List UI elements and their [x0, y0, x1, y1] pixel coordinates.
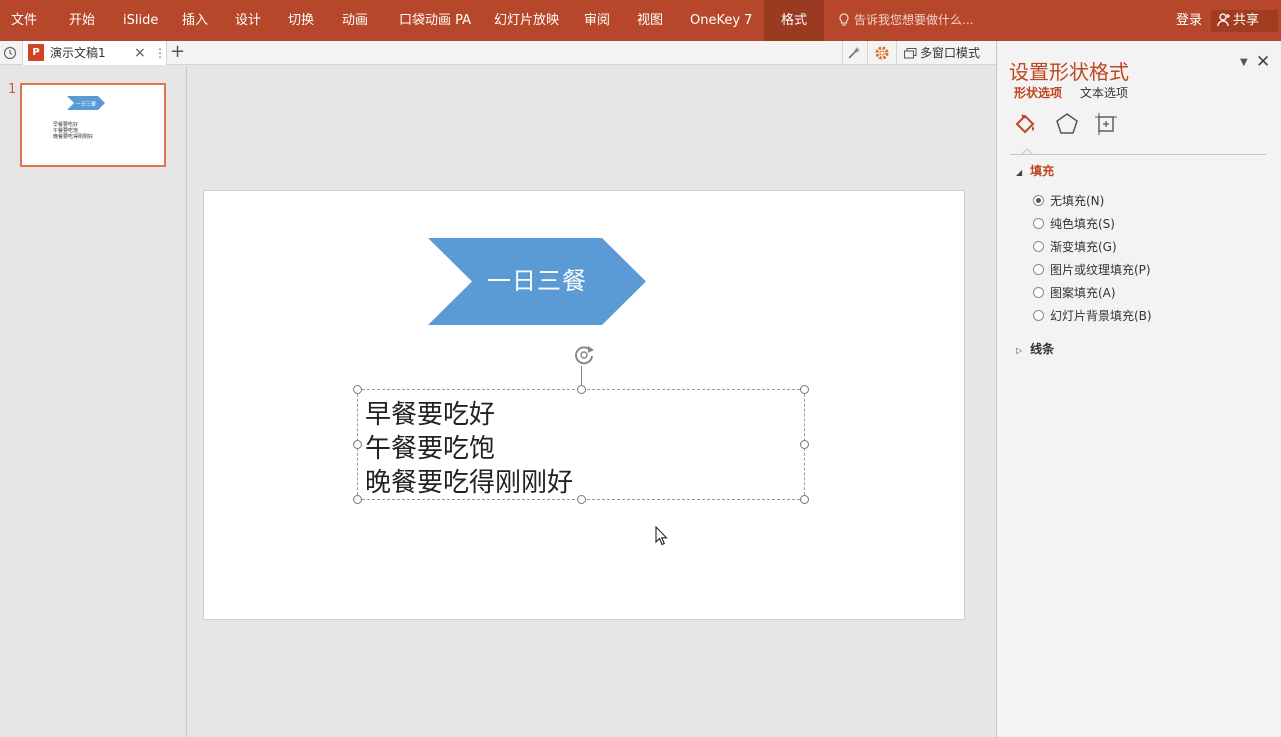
- slide-number: 1: [8, 82, 17, 97]
- radio[interactable]: [1033, 218, 1044, 229]
- resize-handle-right[interactable]: [800, 440, 809, 449]
- document-tab[interactable]: P 演示文稿1 × ⋮: [22, 41, 167, 65]
- fill-line-icon[interactable]: [1013, 112, 1039, 138]
- size-properties-icon[interactable]: [1094, 112, 1118, 136]
- tab-shape-options[interactable]: 形状选项: [1014, 84, 1062, 101]
- tab-design[interactable]: 设计: [235, 0, 261, 41]
- login-link[interactable]: 登录: [1176, 0, 1202, 41]
- effects-pentagon-icon[interactable]: [1055, 112, 1079, 136]
- tab-slideshow[interactable]: 幻灯片放映: [494, 0, 559, 41]
- new-tab-button[interactable]: +: [170, 41, 185, 63]
- resize-handle-top[interactable]: [577, 385, 586, 394]
- fill-option-label: 图片或纹理填充(P): [1050, 263, 1151, 277]
- tab-islide[interactable]: iSlide: [123, 0, 158, 41]
- resize-handle-bottom[interactable]: [577, 495, 586, 504]
- radio[interactable]: [1033, 264, 1044, 275]
- pane-title: 设置形状格式: [1009, 60, 1129, 84]
- pane-divider: [1010, 154, 1266, 155]
- tab-animations[interactable]: 动画: [342, 0, 368, 41]
- fill-option-label: 幻灯片背景填充(B): [1050, 309, 1152, 323]
- line-section-label: 线条: [1030, 342, 1055, 356]
- fill-option-label: 图案填充(A): [1050, 286, 1116, 300]
- multi-window-mode-button[interactable]: 多窗口模式: [904, 41, 980, 65]
- divider: [842, 41, 843, 65]
- collapsed-triangle-icon: ▷: [1016, 346, 1023, 355]
- thumbnail-chevron: 一日三餐: [67, 96, 105, 110]
- slide-thumbnail[interactable]: 一日三餐 早餐要吃好 午餐要吃饱 晚餐要吃得刚刚好: [20, 83, 166, 167]
- multi-window-label: 多窗口模式: [920, 46, 981, 60]
- fill-option-slide-background[interactable]: 幻灯片背景填充(B): [1033, 307, 1152, 324]
- chevron-shape-text[interactable]: 一日三餐: [472, 238, 602, 325]
- fill-option-label: 无填充(N): [1050, 194, 1105, 208]
- radio-selected[interactable]: [1033, 195, 1044, 206]
- mouse-cursor-icon: [655, 526, 668, 546]
- line-section-header[interactable]: ▷ 线条: [1016, 340, 1054, 357]
- resize-handle-top-left[interactable]: [353, 385, 362, 394]
- tab-transitions[interactable]: 切换: [288, 0, 314, 41]
- pane-options-icon[interactable]: ▼: [1240, 57, 1248, 68]
- resize-handle-bottom-left[interactable]: [353, 495, 362, 504]
- close-icon[interactable]: ✕: [1256, 52, 1270, 72]
- text-line[interactable]: 晚餐要吃得刚刚好: [365, 462, 573, 499]
- slide-thumbnail-pane: 1 一日三餐 早餐要吃好 午餐要吃饱 晚餐要吃得刚刚好: [0, 66, 187, 737]
- close-tab-icon[interactable]: ×: [134, 41, 146, 65]
- tab-view[interactable]: 视图: [637, 0, 663, 41]
- tab-file[interactable]: 文件: [11, 0, 37, 41]
- tab-review[interactable]: 审阅: [584, 0, 610, 41]
- expanded-triangle-icon: ◢: [1016, 168, 1023, 177]
- document-tab-bar: P 演示文稿1 × ⋮ + 多窗口模式: [0, 41, 996, 65]
- thumbnail-text: 早餐要吃好 午餐要吃饱 晚餐要吃得刚刚好: [53, 122, 93, 140]
- fill-option-label: 渐变填充(G): [1050, 240, 1117, 254]
- tell-me-search[interactable]: 告诉我您想要做什么...: [838, 0, 973, 41]
- share-button[interactable]: 共享: [1211, 10, 1278, 32]
- radio[interactable]: [1033, 241, 1044, 252]
- windows-icon: [904, 48, 917, 59]
- text-line[interactable]: 午餐要吃饱: [365, 428, 495, 465]
- tab-home[interactable]: 开始: [69, 0, 95, 41]
- fill-option-pattern[interactable]: 图案填充(A): [1033, 284, 1116, 301]
- tab-onekey[interactable]: OneKey 7: [690, 0, 752, 41]
- tab-pocket-animation[interactable]: 口袋动画 PA: [399, 0, 471, 41]
- magic-wand-icon[interactable]: [846, 45, 862, 61]
- powerpoint-file-icon: P: [28, 44, 44, 61]
- tell-me-text: 告诉我您想要做什么...: [854, 13, 974, 27]
- ribbon: 文件 开始 iSlide 插入 设计 切换 动画 口袋动画 PA 幻灯片放映 审…: [0, 0, 1281, 41]
- text-line[interactable]: 早餐要吃好: [365, 394, 495, 431]
- rotate-handle-icon[interactable]: [571, 344, 597, 366]
- resize-handle-left[interactable]: [353, 440, 362, 449]
- history-icon[interactable]: [2, 46, 18, 60]
- person-add-icon: [1217, 13, 1230, 27]
- fill-section-label: 填充: [1030, 164, 1055, 178]
- fill-option-none[interactable]: 无填充(N): [1033, 192, 1104, 209]
- radio[interactable]: [1033, 310, 1044, 321]
- fill-section-header[interactable]: ◢ 填充: [1016, 162, 1054, 179]
- selected-text-box[interactable]: 早餐要吃好 午餐要吃饱 晚餐要吃得刚刚好: [357, 389, 805, 500]
- tab-insert[interactable]: 插入: [182, 0, 208, 41]
- format-shape-pane: 设置形状格式 ▼ ✕ 形状选项 文本选项 ◢ 填充 无填充(N) 纯色填充(S) …: [996, 41, 1281, 737]
- fill-option-picture[interactable]: 图片或纹理填充(P): [1033, 261, 1151, 278]
- document-tab-name: 演示文稿1: [50, 46, 106, 60]
- thumbnail-line: 晚餐要吃得刚刚好: [53, 134, 94, 140]
- thumbnail-chevron-text: 一日三餐: [76, 101, 96, 108]
- lightbulb-icon: [839, 13, 849, 26]
- radio[interactable]: [1033, 287, 1044, 298]
- tab-format[interactable]: 格式: [764, 0, 824, 41]
- fill-option-gradient[interactable]: 渐变填充(G): [1033, 238, 1117, 255]
- fill-option-solid[interactable]: 纯色填充(S): [1033, 215, 1115, 232]
- tab-more-icon[interactable]: ⋮: [154, 41, 166, 65]
- resize-handle-bottom-right[interactable]: [800, 495, 809, 504]
- gear-icon[interactable]: [874, 45, 890, 61]
- divider: [867, 41, 868, 65]
- tab-text-options[interactable]: 文本选项: [1080, 84, 1128, 101]
- share-label: 共享: [1233, 13, 1260, 28]
- fill-option-label: 纯色填充(S): [1050, 217, 1115, 231]
- divider: [896, 41, 897, 65]
- resize-handle-top-right[interactable]: [800, 385, 809, 394]
